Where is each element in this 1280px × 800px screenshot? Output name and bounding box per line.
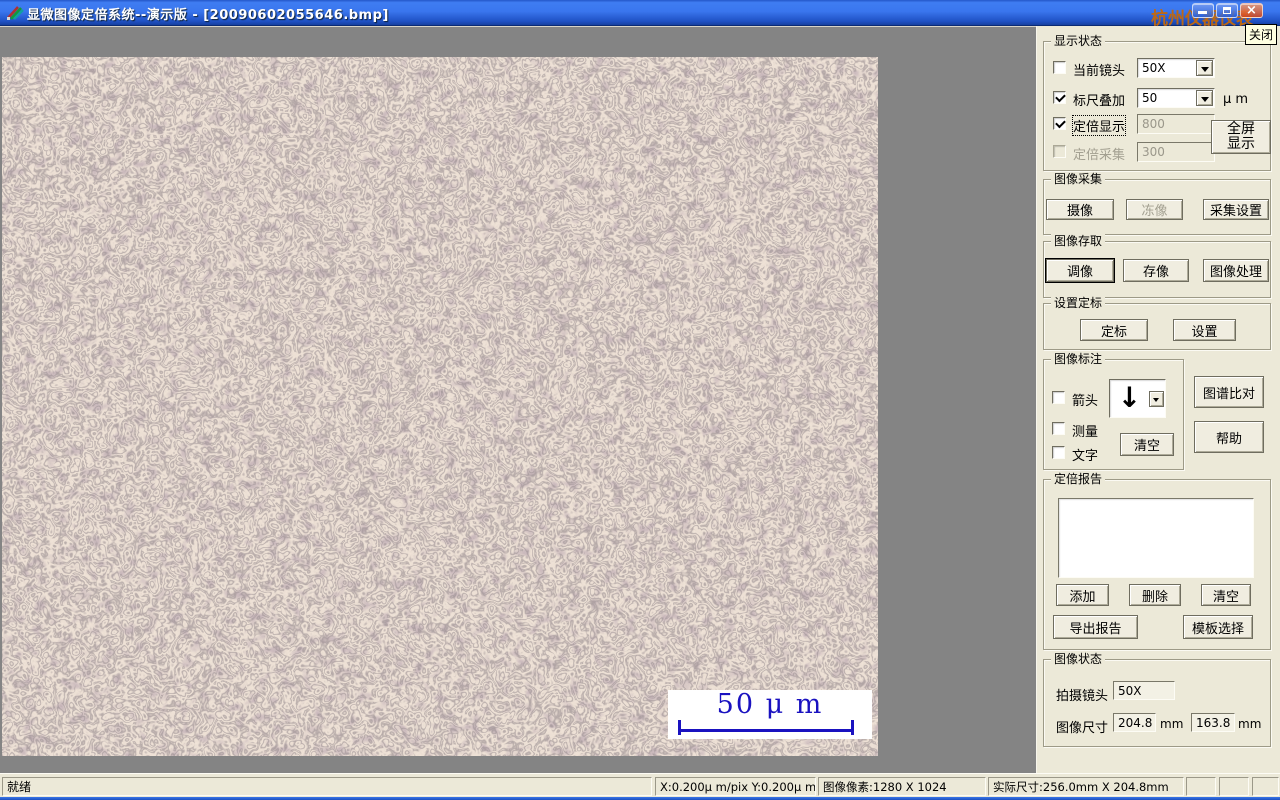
group-report-title: 定倍报告 xyxy=(1051,472,1106,486)
report-listbox[interactable] xyxy=(1058,498,1254,578)
status-bar: 就绪 X:0.200μ m/pix Y:0.200μ m/pix 图像像素:12… xyxy=(0,773,1280,797)
freeze-button: 冻像 xyxy=(1126,199,1183,220)
save-image-button[interactable]: 存像 xyxy=(1123,259,1189,282)
combo-ruler-size[interactable]: 50 xyxy=(1137,88,1215,108)
label-mm-unit: mm xyxy=(1238,717,1262,731)
combo-current-lens[interactable]: 50X xyxy=(1137,58,1215,78)
clear-annotation-button[interactable]: 清空 xyxy=(1120,433,1174,456)
down-arrow-icon: ↓ xyxy=(1117,381,1142,414)
status-ready: 就绪 xyxy=(2,777,652,796)
status-image-pixels: 图像像素:1280 X 1024 xyxy=(818,777,986,796)
shoot-button[interactable]: 摄像 xyxy=(1046,199,1114,220)
status-empty-segment xyxy=(1252,777,1279,796)
checkbox-arrow[interactable] xyxy=(1052,391,1065,404)
close-icon: × xyxy=(1246,3,1257,18)
status-actual-size: 实际尺寸:256.0mm X 204.8mm xyxy=(988,777,1184,796)
close-tooltip: 关闭 xyxy=(1245,24,1278,45)
app-window: 显微图像定倍系统--演示版 - [20090602055646.bmp] 杭州仪… xyxy=(0,0,1280,800)
label-arrow: 箭头 xyxy=(1072,394,1099,409)
group-display-status-title: 显示状态 xyxy=(1051,34,1106,48)
fullscreen-button-line1: 全屏 xyxy=(1227,121,1255,137)
window-title: 显微图像定倍系统--演示版 - [20090602055646.bmp] xyxy=(27,8,389,23)
minimize-icon xyxy=(1198,11,1207,14)
checkbox-current-lens[interactable] xyxy=(1053,61,1066,74)
report-clear-button[interactable]: 清空 xyxy=(1201,584,1251,606)
setup-button[interactable]: 设置 xyxy=(1173,319,1236,341)
chevron-down-icon[interactable] xyxy=(1196,60,1213,76)
side-panel: 显示状态 当前镜头 50X 标尺叠加 50 μ m 定倍显示 800 定倍采集 … xyxy=(1036,26,1280,773)
label-mm-unit: mm xyxy=(1160,717,1184,731)
field-image-height: 163.8 xyxy=(1191,713,1235,732)
scale-bar-line xyxy=(678,720,854,735)
help-button[interactable]: 帮助 xyxy=(1194,421,1264,453)
checkbox-fixed-display[interactable] xyxy=(1053,117,1066,130)
label-text: 文字 xyxy=(1072,449,1099,464)
restore-icon xyxy=(1223,7,1231,14)
combo-ruler-size-value: 50 xyxy=(1142,91,1158,105)
app-icon xyxy=(7,6,24,20)
chevron-down-icon[interactable] xyxy=(1196,90,1213,106)
client-area: 50 μ m xyxy=(0,26,1036,773)
export-report-button[interactable]: 导出报告 xyxy=(1053,615,1138,639)
label-image-size: 图像尺寸 xyxy=(1056,721,1109,736)
scale-bar: 50 μ m xyxy=(668,690,872,739)
title-bar[interactable]: 显微图像定倍系统--演示版 - [20090602055646.bmp] 杭州仪… xyxy=(0,0,1280,29)
label-measure: 测量 xyxy=(1072,425,1099,440)
report-add-button[interactable]: 添加 xyxy=(1056,584,1109,606)
image-process-button[interactable]: 图像处理 xyxy=(1203,259,1269,282)
field-image-width: 204.8 xyxy=(1113,713,1156,732)
input-fixed-capture: 300 xyxy=(1137,142,1215,162)
micrograph-canvas[interactable]: 50 μ m xyxy=(2,57,878,756)
close-button[interactable]: × xyxy=(1240,3,1263,18)
status-pixel-scale: X:0.200μ m/pix Y:0.200μ m/pix xyxy=(655,777,816,796)
field-shooting-lens: 50X xyxy=(1113,681,1175,700)
label-micron-unit: μ m xyxy=(1223,92,1249,107)
label-fixed-display: 定倍显示 xyxy=(1071,115,1127,136)
group-calibration-title: 设置定标 xyxy=(1051,296,1106,310)
report-delete-button[interactable]: 删除 xyxy=(1129,584,1181,606)
atlas-compare-button[interactable]: 图谱比对 xyxy=(1194,376,1264,408)
label-fixed-capture: 定倍采集 xyxy=(1073,148,1126,163)
checkbox-measure[interactable] xyxy=(1052,422,1065,435)
status-empty-segment xyxy=(1186,777,1216,796)
combo-current-lens-value: 50X xyxy=(1142,61,1166,75)
label-current-lens: 当前镜头 xyxy=(1073,64,1126,79)
group-capture-title: 图像采集 xyxy=(1051,172,1106,186)
arrow-style-combo[interactable]: ↓ xyxy=(1109,379,1166,418)
label-ruler-overlay: 标尺叠加 xyxy=(1073,94,1126,109)
scale-bar-label: 50 μ m xyxy=(716,689,824,720)
group-image-status-title: 图像状态 xyxy=(1051,652,1106,666)
input-fixed-display: 800 xyxy=(1137,114,1215,134)
calibrate-button[interactable]: 定标 xyxy=(1080,319,1148,341)
minimize-button[interactable] xyxy=(1192,3,1214,18)
group-storage-title: 图像存取 xyxy=(1051,234,1106,248)
micrograph-texture xyxy=(2,57,878,756)
capture-settings-button[interactable]: 采集设置 xyxy=(1203,199,1269,220)
status-empty-segment xyxy=(1219,777,1249,796)
fullscreen-button[interactable]: 全屏 显示 xyxy=(1211,120,1271,154)
label-shooting-lens: 拍摄镜头 xyxy=(1056,689,1109,704)
fullscreen-button-line2: 显示 xyxy=(1227,136,1255,152)
load-image-button[interactable]: 调像 xyxy=(1046,259,1114,282)
group-calibration: 设置 定标 xyxy=(1043,296,1271,350)
chevron-down-icon[interactable] xyxy=(1149,391,1164,407)
template-select-button[interactable]: 模板选择 xyxy=(1183,615,1253,639)
group-annotation-title: 图像标注 xyxy=(1051,352,1106,366)
checkbox-ruler-overlay[interactable] xyxy=(1053,91,1066,104)
checkbox-fixed-capture xyxy=(1053,145,1066,158)
restore-button[interactable] xyxy=(1216,3,1238,18)
checkbox-text[interactable] xyxy=(1052,446,1065,459)
